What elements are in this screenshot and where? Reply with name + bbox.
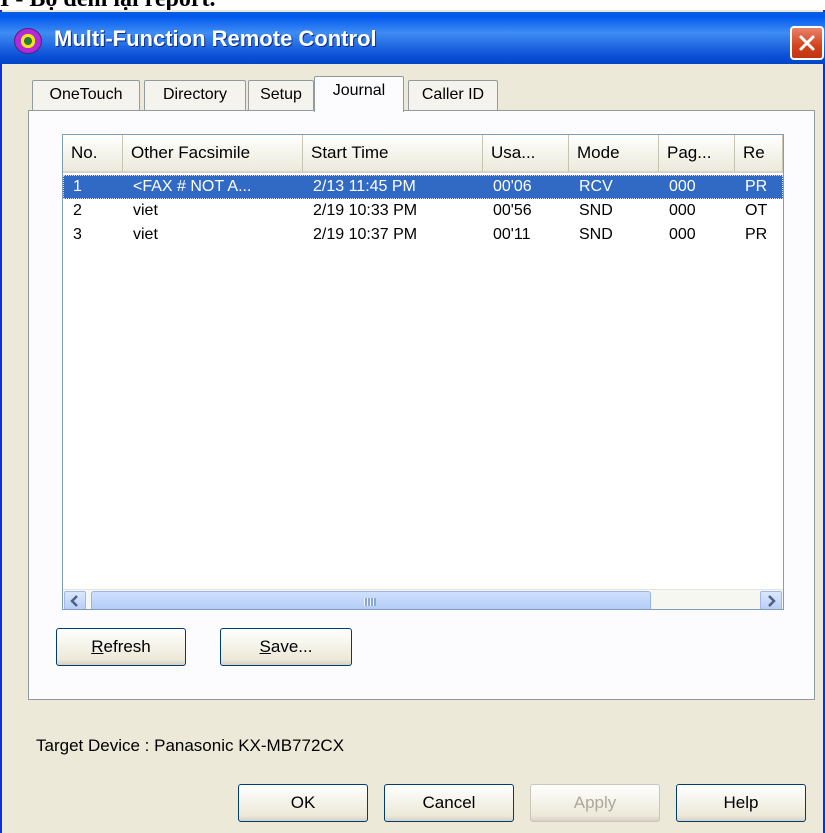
cell-usage: 00'56 bbox=[493, 202, 532, 219]
tab-directory[interactable]: Directory bbox=[144, 80, 246, 110]
refresh-accelerator: R bbox=[91, 637, 104, 656]
cell-usage: 00'06 bbox=[493, 178, 532, 195]
document-heading: I - Bộ đêm lại report. bbox=[0, 0, 825, 10]
cell-no: 3 bbox=[73, 226, 82, 243]
cell-mode: RCV bbox=[579, 178, 613, 195]
tab-setup[interactable]: Setup bbox=[248, 80, 314, 110]
save-button[interactable]: Save... bbox=[220, 628, 352, 666]
column-header-other-facsimile[interactable]: Other Facsimile bbox=[123, 135, 303, 173]
tab-onetouch[interactable]: OneTouch bbox=[32, 80, 140, 110]
cancel-button[interactable]: Cancel bbox=[384, 784, 514, 822]
column-header-start-time[interactable]: Start Time bbox=[303, 135, 483, 173]
window-title: Multi-Function Remote Control bbox=[54, 26, 377, 51]
cell-other-facsimile: <FAX # NOT A... bbox=[133, 178, 252, 195]
grip-icon bbox=[364, 598, 376, 606]
cell-result: OT bbox=[745, 202, 768, 219]
cell-result: PR bbox=[745, 226, 768, 243]
table-row[interactable]: 1 <FAX # NOT A... 2/13 11:45 PM 00'06 RC… bbox=[63, 175, 783, 199]
column-header-result[interactable]: Re bbox=[735, 135, 783, 173]
cell-other-facsimile: viet bbox=[133, 226, 158, 243]
cell-pages: 000 bbox=[669, 178, 696, 195]
save-accelerator: S bbox=[259, 637, 271, 656]
refresh-button[interactable]: Refresh bbox=[56, 628, 186, 666]
cell-no: 1 bbox=[73, 178, 82, 195]
scroll-right-button[interactable] bbox=[760, 591, 782, 609]
title-bar[interactable]: Multi-Function Remote Control bbox=[0, 12, 825, 64]
chevron-left-icon bbox=[70, 595, 78, 607]
refresh-label: efresh bbox=[103, 637, 151, 656]
help-button[interactable]: Help bbox=[676, 784, 806, 822]
apply-button[interactable]: Apply bbox=[530, 784, 660, 822]
column-header-usage[interactable]: Usa... bbox=[483, 135, 569, 173]
cell-mode: SND bbox=[579, 202, 613, 219]
scroll-left-button[interactable] bbox=[64, 591, 86, 609]
multifunction-app-icon bbox=[14, 28, 42, 54]
horizontal-scrollbar[interactable] bbox=[63, 589, 783, 609]
cell-start-time: 2/19 10:37 PM bbox=[313, 226, 418, 243]
column-header-pages[interactable]: Pag... bbox=[659, 135, 735, 173]
column-header-mode[interactable]: Mode bbox=[569, 135, 659, 173]
journal-list[interactable]: No. Other Facsimile Start Time Usa... Mo… bbox=[62, 134, 784, 610]
cell-start-time: 2/13 11:45 PM bbox=[313, 178, 416, 195]
target-device-label: Target Device : Panasonic KX-MB772CX bbox=[36, 736, 345, 755]
cell-pages: 000 bbox=[669, 202, 696, 219]
cell-usage: 00'11 bbox=[493, 226, 531, 243]
cell-mode: SND bbox=[579, 226, 613, 243]
scroll-thumb[interactable] bbox=[91, 591, 651, 609]
save-label: ave... bbox=[270, 637, 313, 656]
cell-result: PR bbox=[745, 178, 768, 195]
table-row[interactable]: 2 viet 2/19 10:33 PM 00'56 SND 000 OT bbox=[63, 199, 783, 223]
close-icon bbox=[799, 35, 815, 51]
ok-button[interactable]: OK bbox=[238, 784, 368, 822]
close-button[interactable] bbox=[790, 26, 824, 60]
cell-start-time: 2/19 10:33 PM bbox=[313, 202, 418, 219]
tab-caller-id[interactable]: Caller ID bbox=[408, 80, 498, 110]
cell-pages: 000 bbox=[669, 226, 696, 243]
chevron-right-icon bbox=[768, 595, 776, 607]
list-header: No. Other Facsimile Start Time Usa... Mo… bbox=[63, 135, 783, 173]
table-row[interactable]: 3 viet 2/19 10:37 PM 00'11 SND 000 PR bbox=[63, 223, 783, 247]
cell-no: 2 bbox=[73, 202, 82, 219]
cell-other-facsimile: viet bbox=[133, 202, 158, 219]
tab-journal[interactable]: Journal bbox=[314, 76, 404, 112]
column-header-no[interactable]: No. bbox=[63, 135, 123, 173]
